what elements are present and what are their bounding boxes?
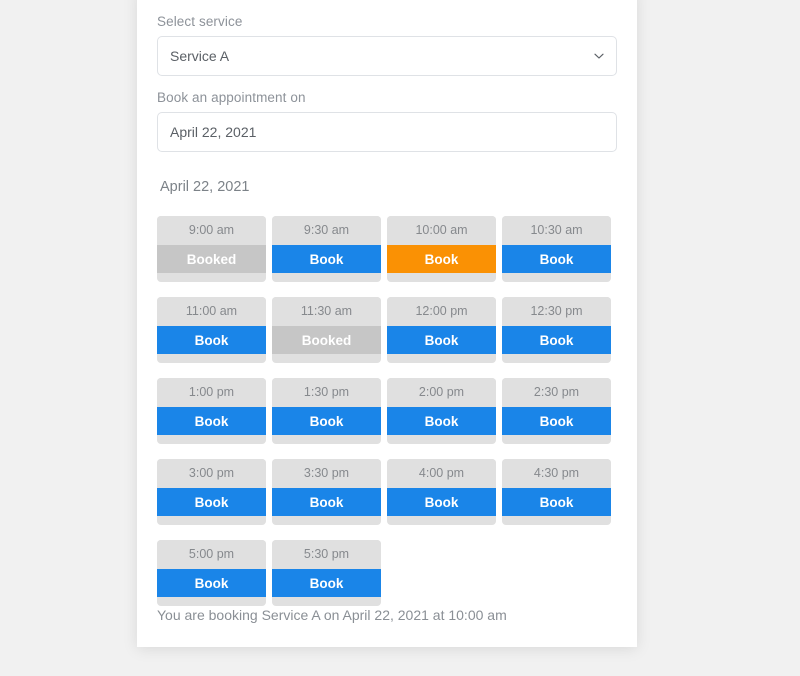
time-slot-label: 1:30 pm (272, 378, 381, 407)
time-slot-label: 10:30 am (502, 216, 611, 245)
time-slot-label: 5:00 pm (157, 540, 266, 569)
time-slot-card: 5:30 pm Book (272, 540, 381, 606)
time-slot-card: 1:00 pm Book (157, 378, 266, 444)
time-slot-card: 1:30 pm Book (272, 378, 381, 444)
time-slot-book-button[interactable]: Book (272, 245, 381, 273)
time-slot-label: 12:30 pm (502, 297, 611, 326)
time-slot-card: 3:30 pm Book (272, 459, 381, 525)
date-field-label: Book an appointment on (157, 90, 306, 105)
time-slot-label: 4:00 pm (387, 459, 496, 488)
service-select-wrapper: Service A (157, 36, 617, 76)
time-slot-book-button[interactable]: Book (502, 488, 611, 516)
time-slot-book-button[interactable]: Book (502, 245, 611, 273)
time-slot-book-button[interactable]: Book (387, 326, 496, 354)
service-select-value: Service A (170, 48, 230, 64)
time-slot-card: 9:30 am Book (272, 216, 381, 282)
service-field-label: Select service (157, 14, 243, 29)
time-slot-card: 3:00 pm Book (157, 459, 266, 525)
date-input-value: April 22, 2021 (170, 124, 257, 140)
time-slot-book-button[interactable]: Book (502, 326, 611, 354)
time-slot-label: 12:00 pm (387, 297, 496, 326)
time-slot-book-button[interactable]: Book (502, 407, 611, 435)
time-slot-label: 2:30 pm (502, 378, 611, 407)
time-slot-book-button[interactable]: Book (387, 245, 496, 273)
time-slot-book-button[interactable]: Book (272, 488, 381, 516)
time-slot-label: 3:00 pm (157, 459, 266, 488)
time-slot-card: 11:30 am Booked (272, 297, 381, 363)
time-slot-book-button[interactable]: Book (157, 569, 266, 597)
time-slot-card: 9:00 am Booked (157, 216, 266, 282)
service-select[interactable]: Service A (157, 36, 617, 76)
time-slot-grid: 9:00 am Booked 9:30 am Book 10:00 am Book 10:3… (157, 216, 621, 606)
time-slot-label: 3:30 pm (272, 459, 381, 488)
time-slot-label: 2:00 pm (387, 378, 496, 407)
booking-panel: Select service Service A Book an appoint… (137, 0, 637, 647)
time-slot-book-button[interactable]: Book (272, 569, 381, 597)
time-slot-book-button[interactable]: Book (272, 407, 381, 435)
time-slot-book-button[interactable]: Book (157, 407, 266, 435)
time-slot-card: 2:00 pm Book (387, 378, 496, 444)
time-slot-card: 12:00 pm Book (387, 297, 496, 363)
time-slot-label: 10:00 am (387, 216, 496, 245)
time-slot-card: 11:00 am Book (157, 297, 266, 363)
schedule-date-heading: April 22, 2021 (160, 179, 250, 195)
time-slot-card: 4:30 pm Book (502, 459, 611, 525)
time-slot-book-button[interactable]: Book (157, 488, 266, 516)
time-slot-label: 5:30 pm (272, 540, 381, 569)
time-slot-label: 1:00 pm (157, 378, 266, 407)
time-slot-card: 10:00 am Book (387, 216, 496, 282)
time-slot-booked-button: Booked (272, 326, 381, 354)
time-slot-label: 11:30 am (272, 297, 381, 326)
time-slot-label: 4:30 pm (502, 459, 611, 488)
date-input[interactable]: April 22, 2021 (157, 112, 617, 152)
time-slot-booked-button: Booked (157, 245, 266, 273)
time-slot-card: 5:00 pm Book (157, 540, 266, 606)
time-slot-label: 9:00 am (157, 216, 266, 245)
booking-summary: You are booking Service A on April 22, 2… (157, 607, 507, 623)
time-slot-book-button[interactable]: Book (387, 407, 496, 435)
time-slot-label: 9:30 am (272, 216, 381, 245)
time-slot-book-button[interactable]: Book (157, 326, 266, 354)
time-slot-card: 4:00 pm Book (387, 459, 496, 525)
time-slot-card: 10:30 am Book (502, 216, 611, 282)
time-slot-label: 11:00 am (157, 297, 266, 326)
time-slot-card: 12:30 pm Book (502, 297, 611, 363)
time-slot-book-button[interactable]: Book (387, 488, 496, 516)
time-slot-card: 2:30 pm Book (502, 378, 611, 444)
